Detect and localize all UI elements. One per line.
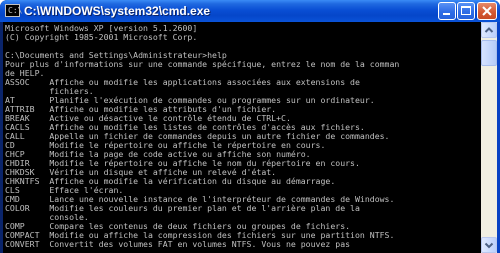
close-button[interactable] <box>477 2 497 20</box>
minimize-button[interactable] <box>438 2 456 20</box>
icon-prompt-text: C:\ <box>8 6 23 15</box>
maximize-icon <box>461 6 471 15</box>
scroll-up-button[interactable] <box>481 22 497 38</box>
scroll-down-button[interactable] <box>481 237 497 253</box>
scroll-thumb[interactable] <box>481 40 497 66</box>
console-line: CONVERT Convertit des volumes FAT en vol… <box>5 239 351 249</box>
console-line: (C) Copyright 1985-2001 Microsoft Corp. <box>5 32 198 42</box>
maximize-button[interactable] <box>457 2 475 20</box>
window-title: C:\WINDOWS\system32\cmd.exe <box>24 4 211 18</box>
close-icon <box>482 6 492 16</box>
vertical-scrollbar[interactable] <box>481 22 497 253</box>
minimize-icon <box>443 13 450 15</box>
console-line: Pour plus d'informations sur une command… <box>5 59 400 69</box>
cmd-window-icon[interactable]: C:\ <box>5 4 23 17</box>
cmd-window: C:\ C:\WINDOWS\system32\cmd.exe Microsof… <box>0 0 500 253</box>
scroll-up-arrow-icon <box>484 27 494 33</box>
title-bar[interactable]: C:\ C:\WINDOWS\system32\cmd.exe <box>0 0 500 22</box>
console-output[interactable]: Microsoft Windows XP [version 5.1.2600] … <box>3 22 481 253</box>
scroll-down-arrow-icon <box>484 242 494 249</box>
